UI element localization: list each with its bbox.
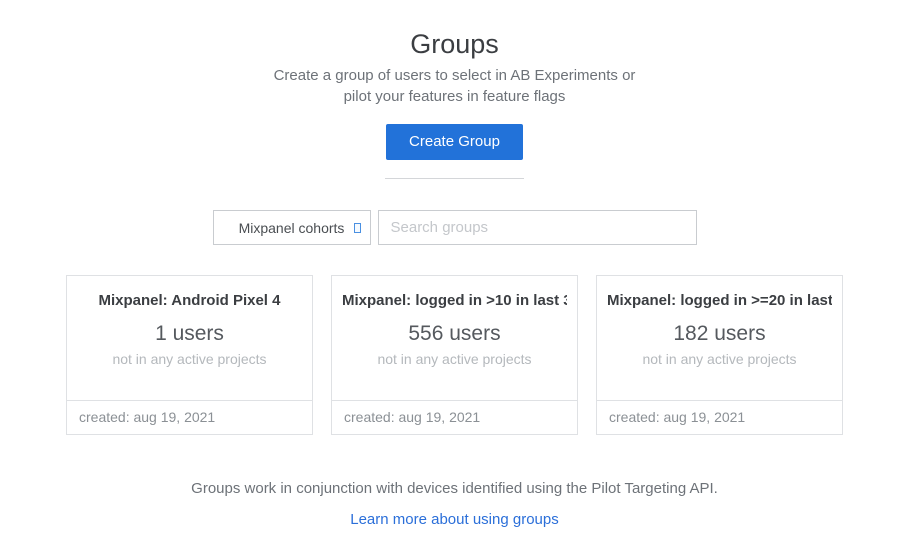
page-subtitle-line2: pilot your features in feature flags xyxy=(0,86,909,107)
group-card-logged-in-gte20[interactable]: Mixpanel: logged in >=20 in last 30... 1… xyxy=(596,275,843,435)
group-card-user-count: 1 users xyxy=(77,321,302,347)
cohort-source-dropdown-value: Mixpanel cohorts xyxy=(239,220,345,236)
group-card-status: not in any active projects xyxy=(342,350,567,369)
footer-info-text: Groups work in conjunction with devices … xyxy=(0,480,909,497)
group-card-user-count: 556 users xyxy=(342,321,567,347)
cohort-source-dropdown[interactable]: Mixpanel cohorts xyxy=(213,210,371,245)
group-card-title: Mixpanel: logged in >=20 in last 30... xyxy=(607,291,832,311)
group-card-user-count: 182 users xyxy=(607,321,832,347)
footer-link-wrap: Learn more about using groups xyxy=(0,511,909,529)
group-card-android-pixel[interactable]: Mixpanel: Android Pixel 4 1 users not in… xyxy=(66,275,313,435)
header-divider xyxy=(385,178,524,179)
group-card-created-date: created: aug 19, 2021 xyxy=(332,400,577,434)
group-card-status: not in any active projects xyxy=(77,350,302,369)
group-card-body: Mixpanel: logged in >10 in last 30 ... 5… xyxy=(332,276,577,400)
group-card-created-date: created: aug 19, 2021 xyxy=(597,400,842,434)
group-card-body: Mixpanel: logged in >=20 in last 30... 1… xyxy=(597,276,842,400)
group-card-body: Mixpanel: Android Pixel 4 1 users not in… xyxy=(67,276,312,400)
group-card-status: not in any active projects xyxy=(607,350,832,369)
groups-page: Groups Create a group of users to select… xyxy=(0,0,909,529)
page-subtitle: Create a group of users to select in AB … xyxy=(0,65,909,107)
page-title: Groups xyxy=(0,28,909,60)
page-subtitle-line1: Create a group of users to select in AB … xyxy=(0,65,909,86)
group-card-title: Mixpanel: Android Pixel 4 xyxy=(77,291,302,311)
group-card-list: Mixpanel: Android Pixel 4 1 users not in… xyxy=(0,275,909,435)
group-card-logged-in-gt10[interactable]: Mixpanel: logged in >10 in last 30 ... 5… xyxy=(331,275,578,435)
group-card-title: Mixpanel: logged in >10 in last 30 ... xyxy=(342,291,567,311)
filter-controls: Mixpanel cohorts xyxy=(0,210,909,245)
search-groups-input[interactable] xyxy=(378,210,697,245)
dropdown-indicator-icon xyxy=(354,223,361,233)
learn-more-link[interactable]: Learn more about using groups xyxy=(350,511,558,528)
create-group-button-wrap: Create Group xyxy=(0,124,909,160)
group-card-created-date: created: aug 19, 2021 xyxy=(67,400,312,434)
create-group-button[interactable]: Create Group xyxy=(386,124,523,160)
